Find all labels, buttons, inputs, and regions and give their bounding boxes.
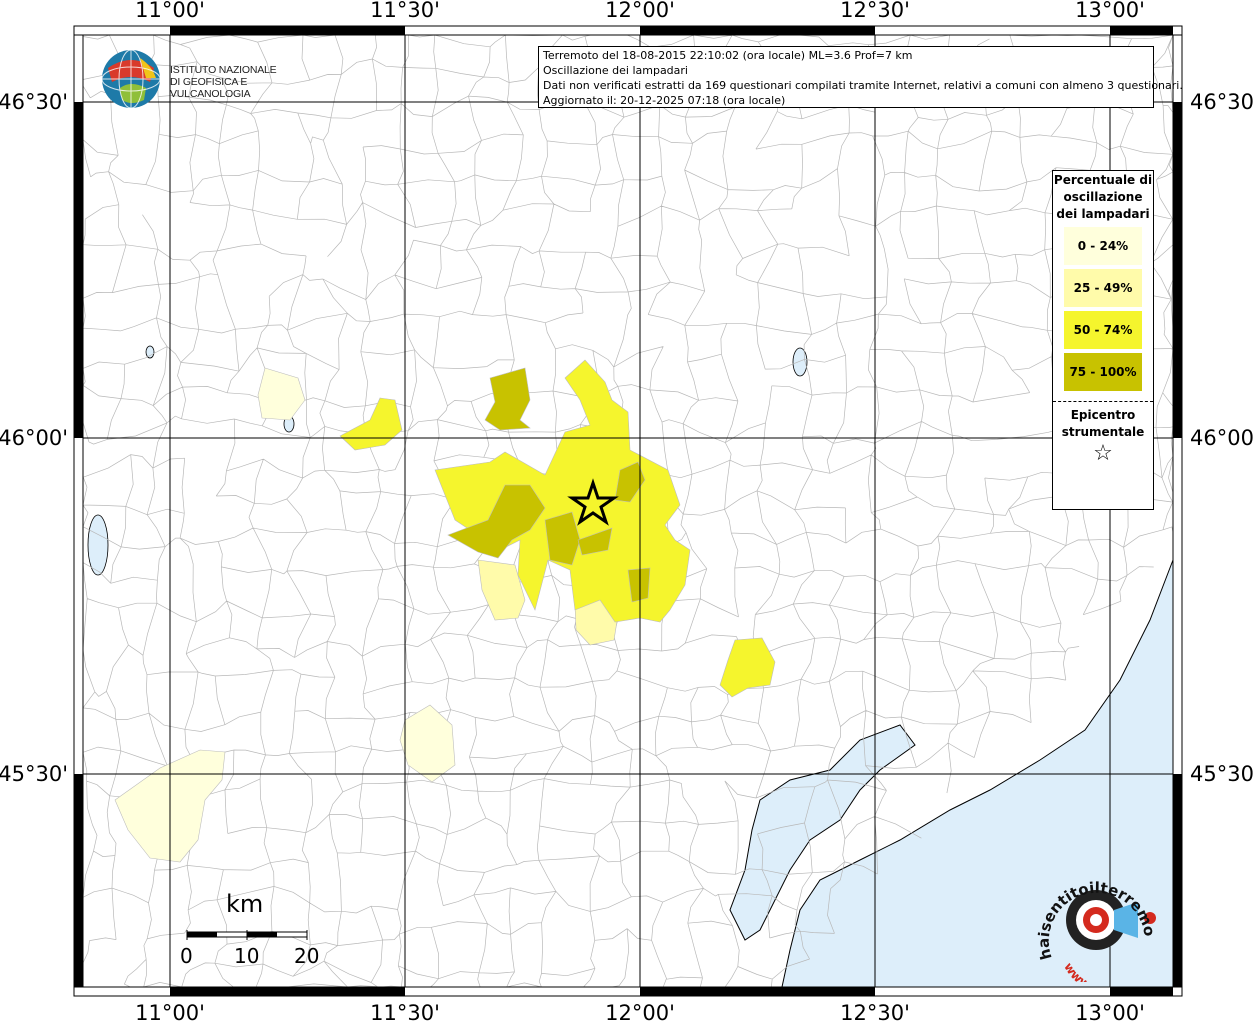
- lat-label: 46°30': [1190, 90, 1256, 114]
- legend: Percentuale di oscillazione dei lampadar…: [1052, 170, 1154, 510]
- scale-tick-20: 20: [294, 944, 320, 968]
- legend-item-25-49: 25 - 49%: [1064, 269, 1142, 307]
- lon-label: 12°30': [840, 1001, 910, 1024]
- lat-label: 46°30': [0, 90, 68, 114]
- lon-label: 11°30': [370, 0, 440, 22]
- ingv-line-2: DI GEOFISICA E VULCANOLOGIA: [170, 76, 251, 100]
- legend-epicenter-label: Epicentro strumentale: [1061, 408, 1145, 439]
- scale-tick-10: 10: [234, 944, 260, 968]
- ingv-line-1: ISTITUTO NAZIONALE: [170, 64, 277, 76]
- lon-label: 12°00': [605, 0, 675, 22]
- lake: [87, 514, 109, 576]
- legend-item-0-24: 0 - 24%: [1064, 227, 1142, 265]
- longitude-labels-top: 11°00' 11°30' 12°00' 12°30' 13°00': [135, 0, 1145, 22]
- lon-label: 12°00': [605, 1001, 675, 1024]
- lat-label: 45°30': [1190, 762, 1256, 786]
- municipality-75-100: [627, 567, 651, 603]
- star-icon: ☆: [1093, 441, 1113, 466]
- lon-label: 11°00': [135, 0, 205, 22]
- legend-item-50-74: 50 - 74%: [1064, 311, 1142, 349]
- lake: [145, 345, 155, 359]
- data-note: Dati non verificati estratti da 169 ques…: [543, 79, 1183, 92]
- lat-label: 46°00': [0, 426, 68, 450]
- legend-title: Percentuale di oscillazione dei lampadar…: [1053, 173, 1153, 221]
- event-title: Terremoto del 18-08-2015 22:10:02 (ora l…: [543, 49, 913, 62]
- latitude-labels-left: 46°30' 46°00' 45°30': [0, 90, 68, 786]
- longitude-labels-bottom: 11°00' 11°30' 12°00' 12°30' 13°00': [135, 1001, 1145, 1024]
- hai-sentito-logo: haisentitoilterremoto.it www.: [1029, 848, 1164, 993]
- update-time: Aggiornato il: 20-12-2025 07:18 (ora loc…: [543, 94, 786, 107]
- lon-label: 13°00': [1075, 1001, 1145, 1024]
- lon-label: 11°00': [135, 1001, 205, 1024]
- legend-item-75-100: 75 - 100%: [1064, 353, 1142, 391]
- scale-tick-0: 0: [180, 944, 193, 968]
- lat-label: 46°00': [1190, 426, 1256, 450]
- watermark-url: www.: [1061, 960, 1095, 982]
- lat-label: 45°30': [0, 762, 68, 786]
- map-subject: Oscillazione dei lampadari: [543, 64, 688, 77]
- ingv-logo: ISTITUTO NAZIONALE DI GEOFISICA E VULCAN…: [100, 48, 320, 109]
- event-info-box: Terremoto del 18-08-2015 22:10:02 (ora l…: [538, 46, 1183, 108]
- globe-icon: [101, 49, 161, 109]
- map-area: [78, 29, 1178, 991]
- scale-unit: km: [226, 890, 264, 918]
- lon-label: 12°30': [840, 0, 910, 22]
- lon-label: 13°00': [1075, 0, 1145, 22]
- lon-label: 11°30': [370, 1001, 440, 1024]
- latitude-labels-right: 46°30' 46°00' 45°30': [1190, 90, 1256, 786]
